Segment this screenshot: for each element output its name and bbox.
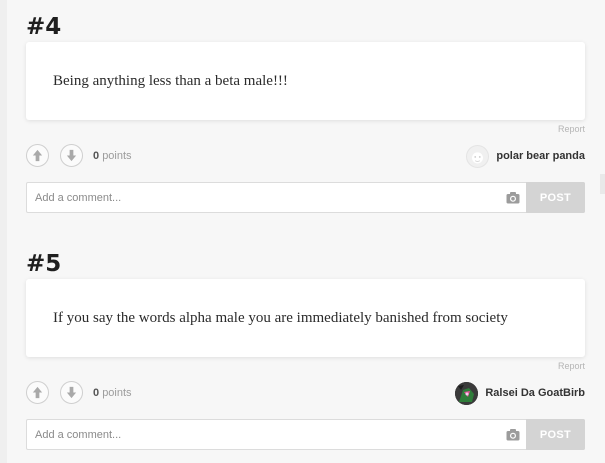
arrow-down-icon [66, 386, 77, 399]
report-link[interactable]: Report [558, 361, 585, 371]
points-count: 0 points [93, 150, 132, 162]
post-button[interactable]: POST [526, 419, 585, 450]
entry-card: If you say the words alpha male you are … [26, 279, 585, 357]
camera-icon[interactable] [506, 428, 520, 441]
comment-box: POST [26, 182, 585, 213]
arrow-up-icon [32, 386, 43, 399]
comment-input[interactable] [27, 183, 505, 212]
avatar [455, 381, 479, 405]
page-left-edge [0, 0, 7, 463]
comment-box: POST [26, 419, 585, 450]
author-link[interactable]: Ralsei Da GoatBirb [455, 381, 585, 405]
author-name[interactable]: polar bear panda [496, 150, 585, 162]
downvote-button[interactable] [60, 381, 83, 404]
entry-card: Being anything less than a beta male!!! [26, 42, 585, 120]
avatar [466, 144, 490, 168]
post-button[interactable]: POST [526, 182, 585, 213]
downvote-button[interactable] [60, 144, 83, 167]
author-name[interactable]: Ralsei Da GoatBirb [485, 387, 585, 399]
camera-icon[interactable] [506, 191, 520, 204]
points-label: points [102, 150, 132, 162]
entry-rank: #4 [26, 14, 62, 40]
points-count: 0 points [93, 387, 132, 399]
avatar-image [455, 381, 479, 405]
report-link[interactable]: Report [558, 124, 585, 134]
entry-text: Being anything less than a beta male!!! [53, 73, 288, 89]
arrow-up-icon [32, 149, 43, 162]
upvote-button[interactable] [26, 144, 49, 167]
arrow-down-icon [66, 149, 77, 162]
comment-input[interactable] [27, 420, 505, 449]
points-value: 0 [93, 387, 100, 399]
points-value: 0 [93, 150, 100, 162]
author-link[interactable]: polar bear panda [466, 144, 585, 168]
entry-rank: #5 [26, 251, 62, 277]
avatar-image [472, 151, 484, 163]
side-edge [600, 174, 605, 194]
upvote-button[interactable] [26, 381, 49, 404]
points-label: points [102, 387, 132, 399]
entry-text: If you say the words alpha male you are … [53, 310, 508, 326]
